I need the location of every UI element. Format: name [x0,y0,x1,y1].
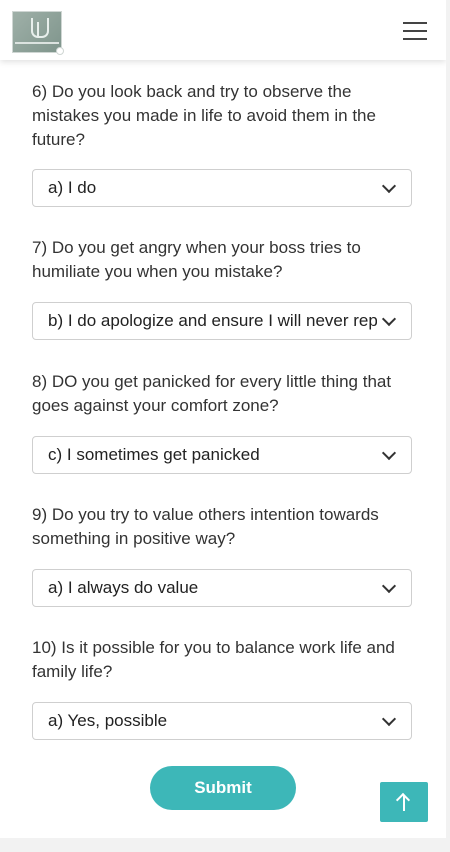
question-7-selected: b) I do apologize and ensure I will neve… [48,311,377,330]
question-6-select[interactable]: a) I do [32,169,412,207]
header [0,0,446,60]
hamburger-menu-icon[interactable] [403,22,427,40]
scroll-to-top-button[interactable] [380,782,428,822]
question-7-select[interactable]: b) I do apologize and ensure I will neve… [32,302,412,340]
question-9-text: 9) Do you try to value others intention … [32,505,379,548]
chevron-down-icon [381,445,397,461]
chevron-down-icon [381,711,397,727]
question-10-text: 10) Is it possible for you to balance wo… [32,638,395,681]
question-9-select[interactable]: a) I always do value [32,569,412,607]
question-10-selected: a) Yes, possible [48,711,168,730]
question-8-select[interactable]: c) I sometimes get panicked [32,436,412,474]
question-6-selected: a) I do [48,178,97,197]
logo-mark-icon [31,18,49,38]
chevron-down-icon [381,578,397,594]
question-9-selected: a) I always do value [48,578,199,597]
logo[interactable] [12,11,64,55]
chevron-down-icon [381,178,397,194]
question-7-text: 7) Do you get angry when your boss tries… [32,238,361,281]
question-10-select[interactable]: a) Yes, possible [32,702,412,740]
chevron-down-icon [381,311,397,327]
question-8-text: 8) DO you get panicked for every little … [32,372,392,415]
page: 6) Do you look back and try to observe t… [0,0,446,838]
question-6-text: 6) Do you look back and try to observe t… [32,82,376,149]
question-8-selected: c) I sometimes get panicked [48,445,260,464]
submit-button[interactable]: Submit [150,766,296,810]
